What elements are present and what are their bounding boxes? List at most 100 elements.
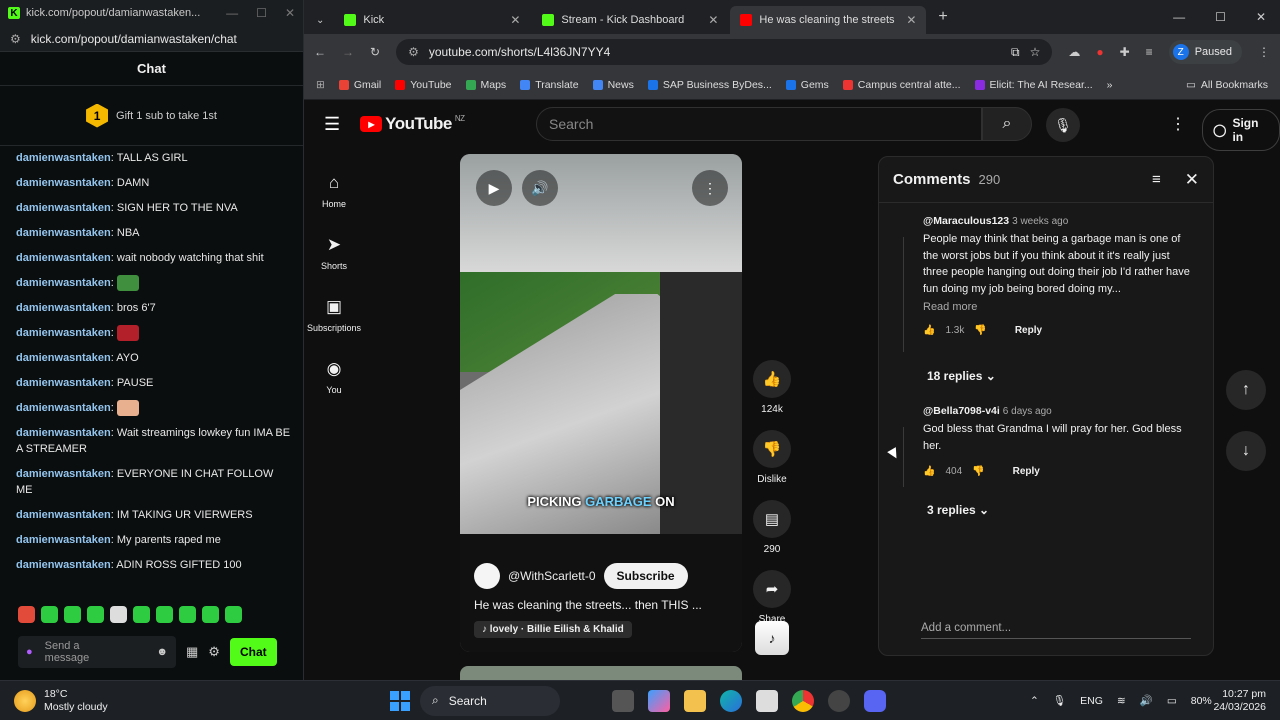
bookmark-item[interactable]: YouTube: [395, 79, 452, 91]
chrome-icon[interactable]: [792, 689, 814, 712]
extensions-puzzle-icon[interactable]: ✚: [1120, 45, 1130, 59]
share-action[interactable]: ➦ Share: [750, 570, 794, 625]
emote-icon[interactable]: [156, 606, 173, 623]
address-bar[interactable]: ⚙ youtube.com/shorts/L4l36JN7YY4 ⧉ ☆: [396, 39, 1053, 65]
channel-avatar[interactable]: [474, 563, 500, 589]
comment-icon[interactable]: ▤: [753, 500, 791, 538]
search-button[interactable]: ⌕: [982, 107, 1032, 141]
emoji-icon[interactable]: ☻: [156, 646, 168, 658]
close-icon[interactable]: ✕: [1256, 10, 1266, 24]
media-control-icon[interactable]: ≡: [1146, 45, 1153, 59]
reply-button[interactable]: Reply: [1015, 325, 1042, 336]
gear-icon[interactable]: ⚙: [208, 644, 220, 660]
chat-username[interactable]: damienwasntaken: [16, 468, 111, 480]
tab-close-icon[interactable]: ✕: [906, 13, 916, 27]
bookmark-star-icon[interactable]: ☆: [1030, 45, 1041, 59]
comment-author[interactable]: @Bella7098-v4i 6 days ago: [923, 405, 1197, 417]
previous-short-button[interactable]: ↑: [1226, 370, 1266, 410]
minimize-icon[interactable]: —: [226, 6, 238, 20]
app-icon[interactable]: [828, 689, 850, 712]
browser-tab[interactable]: He was cleaning the streets ✕: [730, 6, 927, 34]
chat-username[interactable]: damienwasntaken: [16, 509, 111, 521]
extension-red-icon[interactable]: ●: [1096, 45, 1103, 59]
store-icon[interactable]: [756, 689, 778, 712]
edge-icon[interactable]: [720, 689, 742, 712]
forward-icon[interactable]: →: [342, 45, 354, 59]
play-button[interactable]: ▶: [476, 170, 512, 206]
settings-kebab-icon[interactable]: ⋮: [1170, 114, 1186, 134]
bookmark-item[interactable]: Gmail: [338, 79, 381, 91]
chat-username[interactable]: damienwasntaken: [16, 227, 111, 239]
sign-in-button[interactable]: ◯ Sign in: [1202, 109, 1280, 151]
sound-thumbnail[interactable]: ♪: [755, 621, 789, 655]
emote-icon[interactable]: [18, 606, 35, 623]
maximize-icon[interactable]: ☐: [1215, 10, 1226, 24]
tab-close-icon[interactable]: ✕: [510, 13, 520, 27]
site-info-icon[interactable]: ⚙: [408, 45, 419, 59]
clock[interactable]: 10:27 pm 24/03/2026: [1210, 688, 1266, 714]
browser-tab[interactable]: Kick ✕: [334, 6, 530, 34]
bookmark-item[interactable]: News: [592, 79, 634, 91]
file-explorer-icon[interactable]: [684, 689, 706, 712]
music-tag[interactable]: ♪ lovely · Billie Eilish & Khalid: [474, 621, 632, 638]
thumbs-up-icon[interactable]: 👍: [923, 325, 935, 336]
close-icon[interactable]: ✕: [285, 6, 295, 20]
bookmark-item[interactable]: Elicit: The AI Resear...: [974, 79, 1093, 91]
sort-icon[interactable]: ≡: [1152, 171, 1161, 188]
bookmark-item[interactable]: Translate: [520, 79, 579, 91]
chat-username[interactable]: damienwasntaken: [16, 534, 111, 546]
bookmark-item[interactable]: Gems: [785, 79, 829, 91]
guide-item-subscriptions[interactable]: ▣ Subscriptions: [304, 284, 364, 346]
chat-username[interactable]: damienwasntaken: [16, 377, 111, 389]
wifi-icon[interactable]: ≋: [1117, 695, 1126, 707]
guide-item-shorts[interactable]: ➤ Shorts: [304, 222, 364, 284]
taskbar-search[interactable]: ⌕ Search: [420, 685, 560, 716]
all-bookmarks-button[interactable]: ▭ All Bookmarks: [1186, 79, 1268, 91]
menu-hamburger-icon[interactable]: ☰: [324, 114, 340, 135]
weather-widget[interactable]: 18°C Mostly cloudy: [14, 688, 108, 714]
dislike-action[interactable]: 👎 Dislike: [750, 430, 794, 485]
guide-item-home[interactable]: ⌂ Home: [304, 160, 364, 222]
thumbs-down-icon[interactable]: 👎: [974, 325, 986, 336]
search-input[interactable]: Search: [536, 107, 982, 141]
emote-icon[interactable]: [64, 606, 81, 623]
chat-username[interactable]: damienwasntaken: [16, 402, 111, 414]
tab-close-icon[interactable]: ✕: [708, 13, 718, 27]
bookmark-item[interactable]: SAP Business ByDes...: [647, 79, 772, 91]
reload-icon[interactable]: ↻: [370, 45, 380, 59]
kick-url[interactable]: kick.com/popout/damianwastaken/chat: [31, 32, 237, 46]
read-more-link[interactable]: Read more: [923, 301, 1197, 313]
start-windows-icon[interactable]: [390, 690, 410, 711]
install-app-icon[interactable]: ⧉: [1011, 45, 1020, 60]
browser-tab[interactable]: Stream - Kick Dashboard ✕: [532, 6, 728, 34]
voice-search-button[interactable]: 🎙: [1046, 108, 1080, 142]
emote-icon[interactable]: [87, 606, 104, 623]
volume-icon[interactable]: 🔊: [1140, 694, 1153, 707]
chat-username[interactable]: damienwasntaken: [16, 352, 111, 364]
share-icon[interactable]: ➦: [753, 570, 791, 608]
emote-icon[interactable]: [133, 606, 150, 623]
subscribe-button[interactable]: Subscribe: [603, 563, 688, 589]
task-view-icon[interactable]: [612, 689, 634, 712]
emote-icon[interactable]: [110, 606, 127, 623]
microphone-icon[interactable]: ●: [26, 646, 33, 658]
youtube-logo[interactable]: ▶ YouTube NZ: [360, 114, 465, 134]
discord-icon[interactable]: [864, 689, 886, 712]
back-icon[interactable]: ←: [314, 45, 326, 59]
chat-username[interactable]: damienwasntaken: [16, 252, 111, 264]
channel-name[interactable]: @WithScarlett-0: [508, 569, 596, 583]
microphone-icon[interactable]: 🎙: [1053, 694, 1066, 707]
minimize-icon[interactable]: —: [1173, 10, 1185, 24]
chat-message-input[interactable]: ● Send a message ☻: [18, 636, 176, 668]
tab-search-icon[interactable]: ⌄: [316, 15, 324, 26]
volume-button[interactable]: 🔊: [522, 170, 558, 206]
thumbs-up-icon[interactable]: 👍: [753, 360, 791, 398]
thumbs-up-icon[interactable]: 👍: [923, 466, 935, 477]
emote-bar[interactable]: [18, 606, 242, 623]
chat-username[interactable]: damienwasntaken: [16, 327, 111, 339]
emote-icon[interactable]: [41, 606, 58, 623]
gift-banner[interactable]: 1 Gift 1 sub to take 1st: [0, 86, 303, 146]
reply-button[interactable]: Reply: [1013, 466, 1040, 477]
chat-username[interactable]: damienwasntaken: [16, 202, 111, 214]
language-indicator[interactable]: ENG: [1080, 695, 1103, 707]
